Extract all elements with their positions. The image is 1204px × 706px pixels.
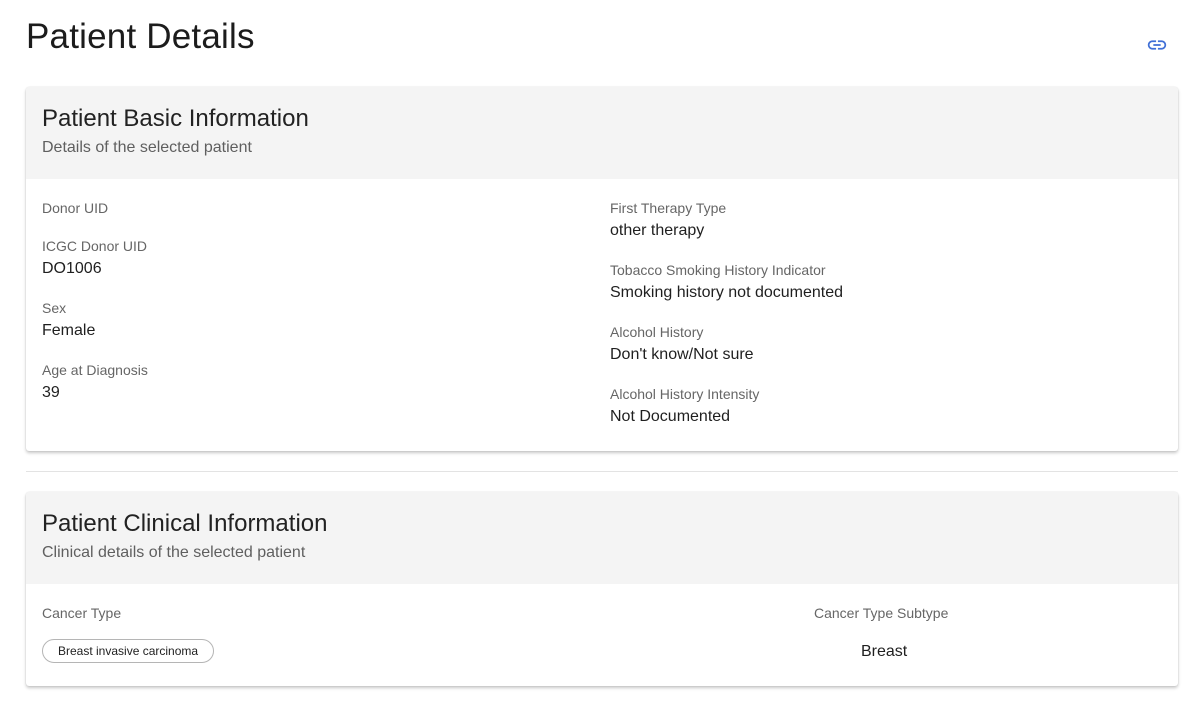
field-label: First Therapy Type — [610, 200, 727, 216]
field-cancer-subtype: Cancer Type Subtype — [814, 604, 948, 622]
basic-info-header: Patient Basic Information Details of the… — [26, 87, 1178, 179]
clinical-info-title: Patient Clinical Information — [42, 510, 328, 537]
field-value: DO1006 — [42, 260, 102, 277]
field-alcohol-intensity: Alcohol History Intensity Not Documented — [610, 385, 759, 427]
page-title: Patient Details — [26, 17, 255, 56]
field-value: Smoking history not documented — [610, 284, 844, 301]
clinical-info-card: Patient Clinical Information Clinical de… — [26, 492, 1178, 686]
link-icon — [1146, 34, 1168, 56]
field-value: 39 — [42, 384, 60, 401]
field-label: Donor UID — [42, 200, 109, 216]
field-icgc-donor-uid: ICGC Donor UID DO1006 — [42, 237, 147, 279]
basic-info-title: Patient Basic Information — [42, 105, 309, 132]
field-first-therapy-type: First Therapy Type other therapy — [610, 199, 726, 241]
field-value: Not Documented — [610, 408, 731, 425]
basic-info-card: Patient Basic Information Details of the… — [26, 87, 1178, 451]
field-age-at-diagnosis: Age at Diagnosis 39 — [42, 361, 148, 403]
basic-info-subtitle: Details of the selected patient — [42, 139, 252, 156]
field-cancer-type: Cancer Type — [42, 604, 121, 622]
clinical-info-subtitle: Clinical details of the selected patient — [42, 544, 306, 561]
field-donor-uid: Donor UID — [42, 199, 108, 221]
field-alcohol-history: Alcohol History Don't know/Not sure — [610, 323, 754, 365]
field-label: Alcohol History — [610, 324, 704, 340]
field-label: Sex — [42, 300, 67, 316]
field-value: Female — [42, 322, 96, 339]
field-sex: Sex Female — [42, 299, 95, 341]
field-label: Age at Diagnosis — [42, 362, 148, 378]
field-label: Cancer Type — [42, 605, 122, 621]
section-divider — [26, 471, 1178, 472]
field-label: Cancer Type Subtype — [814, 605, 949, 621]
field-value: other therapy — [610, 222, 705, 239]
patient-details-page: Patient Details Patient Basic Informatio… — [0, 0, 1204, 706]
field-tobacco-history: Tobacco Smoking History Indicator Smokin… — [610, 261, 843, 303]
copy-link-button[interactable] — [1144, 32, 1170, 58]
field-label: Tobacco Smoking History Indicator — [610, 262, 826, 278]
field-label: Alcohol History Intensity — [610, 386, 760, 402]
clinical-info-header: Patient Clinical Information Clinical de… — [26, 492, 1178, 584]
field-label: ICGC Donor UID — [42, 238, 148, 254]
cancer-type-chip[interactable]: Breast invasive carcinoma — [42, 639, 215, 663]
cancer-subtype-value: Breast — [861, 643, 908, 660]
field-value: Don't know/Not sure — [610, 346, 754, 363]
